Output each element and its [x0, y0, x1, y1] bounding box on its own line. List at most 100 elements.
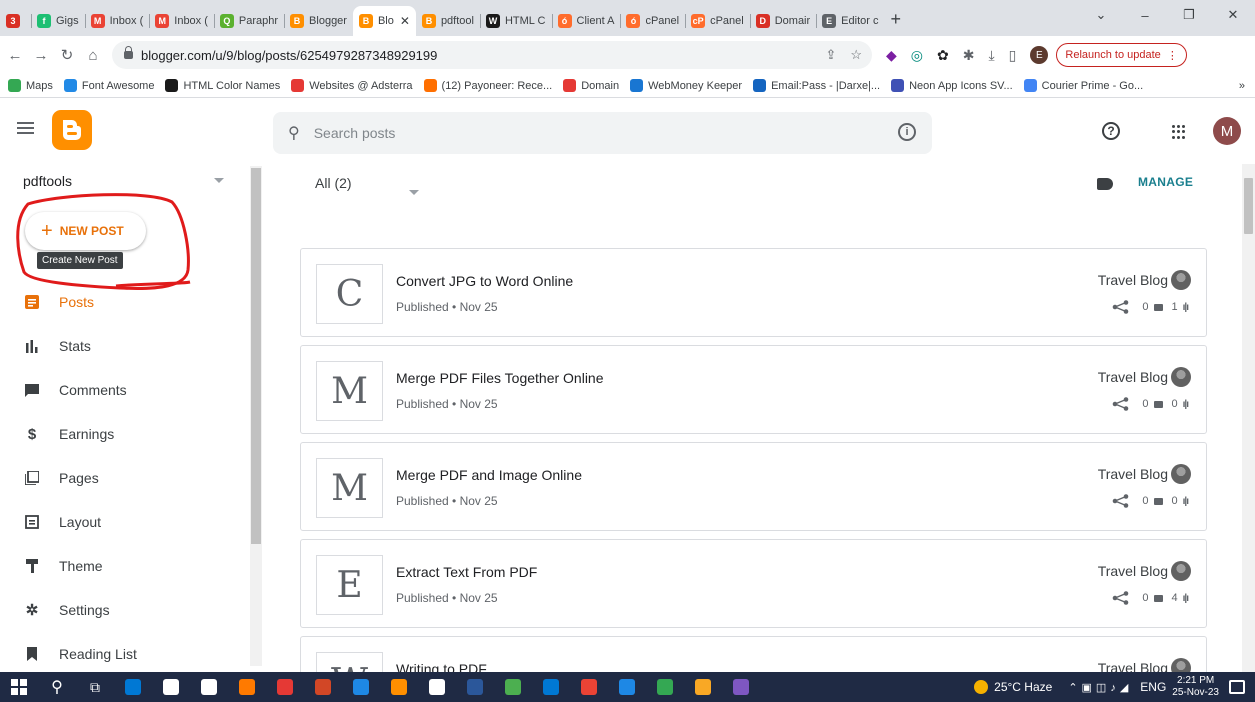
close-tab-icon[interactable]: ✕: [400, 14, 410, 28]
minimize-button[interactable]: –: [1123, 8, 1167, 23]
help-icon[interactable]: ?: [1102, 122, 1120, 140]
share-icon[interactable]: [1112, 494, 1130, 508]
taskbar-app-icon[interactable]: [266, 672, 304, 702]
bookmark-item[interactable]: Courier Prime - Go...: [1023, 79, 1143, 92]
post-row[interactable]: M Merge PDF and Image Online Published •…: [300, 442, 1207, 531]
post-title[interactable]: Extract Text From PDF: [396, 564, 537, 580]
taskbar-app-icon[interactable]: [152, 672, 190, 702]
tab[interactable]: B Blogger: [284, 6, 353, 36]
bookmark-item[interactable]: Email:Pass - |Darxe|...: [753, 79, 880, 92]
lock-icon[interactable]: [124, 46, 133, 59]
tab[interactable]: M Inbox (: [84, 6, 150, 36]
taskbar-app-icon[interactable]: [722, 672, 760, 702]
task-view-icon[interactable]: ⧉: [76, 672, 114, 702]
relaunch-button[interactable]: Relaunch to update ⋮: [1056, 43, 1187, 67]
side-panel-icon[interactable]: ▯: [1009, 47, 1017, 64]
bookmark-item[interactable]: Domain: [563, 79, 619, 92]
taskbar-app-icon[interactable]: [608, 672, 646, 702]
post-filter-dropdown[interactable]: All (2): [315, 175, 352, 191]
sidebar-scrollbar[interactable]: [250, 166, 262, 666]
taskbar-app-icon[interactable]: [304, 672, 342, 702]
bookmark-item[interactable]: Font Awesome: [63, 79, 154, 92]
post-row[interactable]: C Convert JPG to Word Online Published •…: [300, 248, 1207, 337]
bookmark-item[interactable]: Websites @ Adsterra: [291, 79, 413, 92]
taskbar-app-icon[interactable]: [342, 672, 380, 702]
home-icon[interactable]: ⌂: [82, 47, 104, 64]
tab[interactable]: M Inbox (: [149, 6, 214, 36]
extension-icon[interactable]: ◆: [886, 47, 897, 64]
label-icon[interactable]: [1097, 178, 1113, 190]
info-icon[interactable]: i: [898, 123, 916, 141]
forward-icon[interactable]: →: [30, 47, 52, 64]
share-icon[interactable]: [1112, 591, 1130, 605]
search-posts-input[interactable]: ⚲ Search posts i: [273, 112, 932, 154]
post-title[interactable]: Merge PDF and Image Online: [396, 467, 582, 483]
sidebar-item-settings[interactable]: ✲ Settings: [0, 588, 248, 632]
tab[interactable]: W HTML C: [479, 6, 552, 36]
taskbar-app-icon[interactable]: [228, 672, 266, 702]
bookmark-item[interactable]: (12) Payoneer: Rece...: [423, 79, 552, 92]
sidebar-item-theme[interactable]: Theme: [0, 544, 248, 588]
bookmarks-overflow-icon[interactable]: »: [1239, 80, 1255, 92]
taskbar-app-icon[interactable]: [380, 672, 418, 702]
taskbar-app-icon[interactable]: [456, 672, 494, 702]
tab[interactable]: ó Client A: [551, 6, 621, 36]
bookmark-item[interactable]: HTML Color Names: [165, 79, 280, 92]
clock[interactable]: 2:21 PM 25-Nov-23: [1172, 675, 1219, 699]
taskbar-app-icon[interactable]: [494, 672, 532, 702]
blog-selector[interactable]: pdftools: [23, 173, 72, 189]
windows-start-icon[interactable]: [0, 672, 38, 702]
post-title[interactable]: Writing to PDF: [396, 661, 487, 672]
post-row[interactable]: E Extract Text From PDF Published • Nov …: [300, 539, 1207, 628]
post-row[interactable]: W Writing to PDF Travel Blog: [300, 636, 1207, 672]
tab-active[interactable]: B Blo ✕: [352, 6, 416, 36]
sidebar-item-earnings[interactable]: $ Earnings: [0, 412, 248, 456]
taskbar-search-icon[interactable]: ⚲: [38, 672, 76, 702]
close-window-button[interactable]: ✕: [1211, 7, 1255, 23]
reload-icon[interactable]: ↻: [56, 46, 78, 64]
page-scrollbar[interactable]: [1242, 164, 1255, 672]
sidebar-item-layout[interactable]: Layout: [0, 500, 248, 544]
new-tab-button[interactable]: +: [890, 9, 901, 30]
address-bar[interactable]: blogger.com/u/9/blog/posts/6254979287348…: [112, 41, 872, 69]
sidebar-item-comments[interactable]: Comments: [0, 368, 248, 412]
sidebar-item-reading-list[interactable]: Reading List: [0, 632, 248, 672]
manage-labels-button[interactable]: MANAGE: [1138, 175, 1193, 189]
bookmark-item[interactable]: Maps: [8, 79, 53, 92]
sidebar-item-stats[interactable]: Stats: [0, 324, 248, 368]
menu-icon[interactable]: [17, 122, 34, 134]
sidebar-item-posts[interactable]: Posts: [0, 280, 248, 324]
share-icon[interactable]: [1112, 397, 1130, 411]
tab[interactable]: Bpdftool: [416, 6, 480, 36]
blog-selector-caret-icon[interactable]: [214, 178, 224, 183]
back-icon[interactable]: ←: [4, 47, 26, 64]
profile-avatar[interactable]: E: [1030, 46, 1049, 64]
bookmark-star-icon[interactable]: ☆: [850, 47, 862, 63]
tab[interactable]: f Gigs: [31, 6, 85, 36]
taskbar-app-icon[interactable]: [114, 672, 152, 702]
tab[interactable]: ó cPanel: [620, 6, 685, 36]
filter-caret-icon[interactable]: [409, 190, 419, 195]
page-scroll-thumb[interactable]: [1244, 178, 1253, 234]
share-page-icon[interactable]: ⇪: [825, 47, 836, 63]
restore-button[interactable]: ❐: [1167, 7, 1211, 23]
notifications-icon[interactable]: [1229, 680, 1245, 694]
post-title[interactable]: Merge PDF Files Together Online: [396, 370, 604, 386]
bookmark-item[interactable]: WebMoney Keeper: [630, 79, 742, 92]
extension-icon[interactable]: ✿: [937, 47, 949, 64]
account-avatar[interactable]: M: [1213, 117, 1241, 145]
taskbar-app-icon[interactable]: [418, 672, 456, 702]
taskbar-app-icon[interactable]: [684, 672, 722, 702]
extension-icon[interactable]: ◎: [911, 47, 923, 64]
taskbar-app-icon[interactable]: [190, 672, 228, 702]
post-row[interactable]: M Merge PDF Files Together Online Publis…: [300, 345, 1207, 434]
google-apps-icon[interactable]: [1172, 125, 1186, 139]
download-icon[interactable]: ⤓: [988, 47, 994, 64]
extensions-puzzle-icon[interactable]: ✱: [963, 47, 975, 64]
tab[interactable]: E Editor c: [816, 6, 884, 36]
taskbar-app-icon[interactable]: [646, 672, 684, 702]
new-post-button[interactable]: + NEW POST: [25, 212, 146, 250]
url-text[interactable]: blogger.com/u/9/blog/posts/6254979287348…: [141, 48, 437, 63]
weather-widget[interactable]: 25°C Haze: [974, 680, 1052, 694]
bookmark-item[interactable]: Neon App Icons SV...: [891, 79, 1013, 92]
